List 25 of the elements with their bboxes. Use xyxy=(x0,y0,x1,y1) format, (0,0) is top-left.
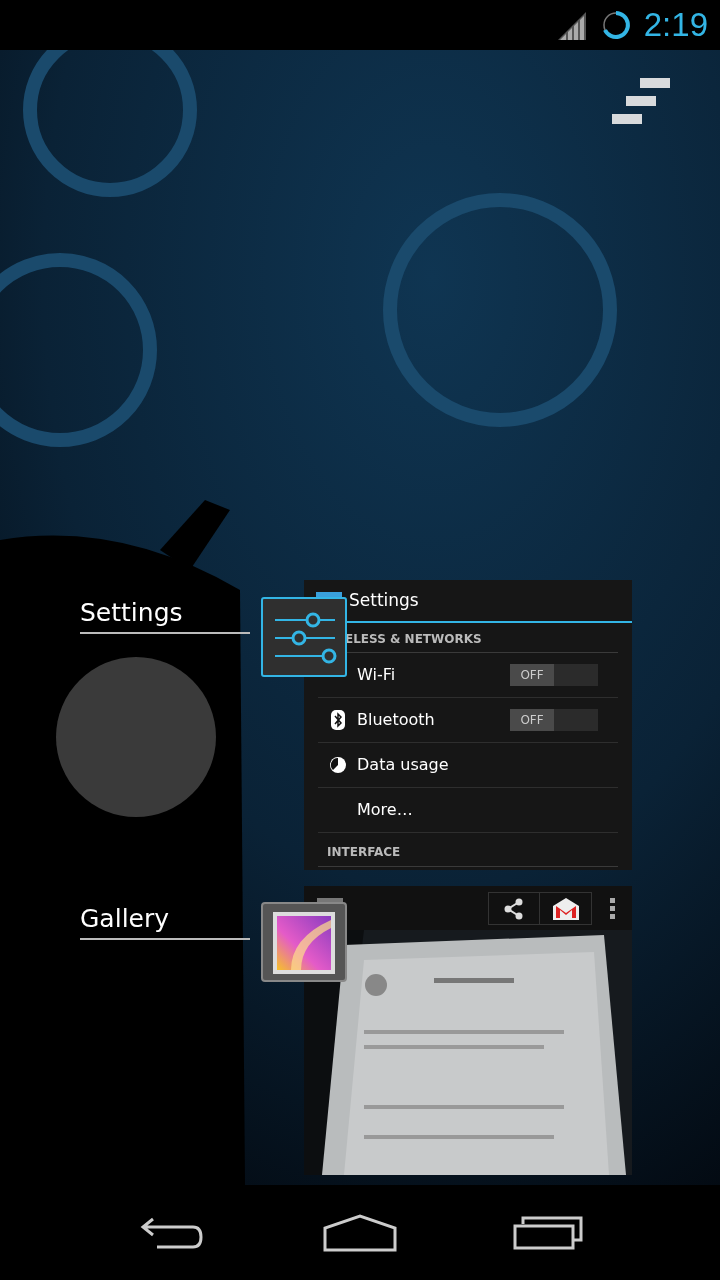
section-header: ELESS & NETWORKS xyxy=(345,631,482,648)
app-label: Settings xyxy=(80,597,184,629)
stacked-bars-icon[interactable] xyxy=(612,78,672,124)
pie-chart-icon xyxy=(328,756,347,774)
app-title: Settings xyxy=(349,588,419,612)
app-label: Gallery xyxy=(80,903,171,935)
home-icon xyxy=(323,1213,397,1252)
section-header: INTERFACE xyxy=(327,844,401,861)
gallery-thumbnail[interactable] xyxy=(304,886,632,1175)
recents-icon xyxy=(513,1215,584,1250)
setting-label: Wi-Fi xyxy=(357,664,397,686)
sliders-icon[interactable] xyxy=(261,592,347,678)
share-icon xyxy=(503,897,525,920)
settings-thumbnail[interactable]: Settings ELESS & NETWORKS Wi-Fi OFF Bluetooth OFF Data usage More… INTERFACE xyxy=(304,580,632,870)
gallery-icon[interactable] xyxy=(261,898,347,984)
toggle-switch[interactable]: OFF xyxy=(510,664,598,686)
setting-label: More… xyxy=(357,799,414,821)
setting-label: Data usage xyxy=(357,754,450,776)
toggle-switch[interactable]: OFF xyxy=(510,709,598,731)
setting-label: Bluetooth xyxy=(357,709,436,731)
back-icon xyxy=(138,1216,205,1249)
clock-time: 2:19 xyxy=(643,5,708,46)
signal-icon xyxy=(557,10,588,40)
bluetooth-icon xyxy=(329,710,346,730)
envelope-icon xyxy=(551,896,580,921)
